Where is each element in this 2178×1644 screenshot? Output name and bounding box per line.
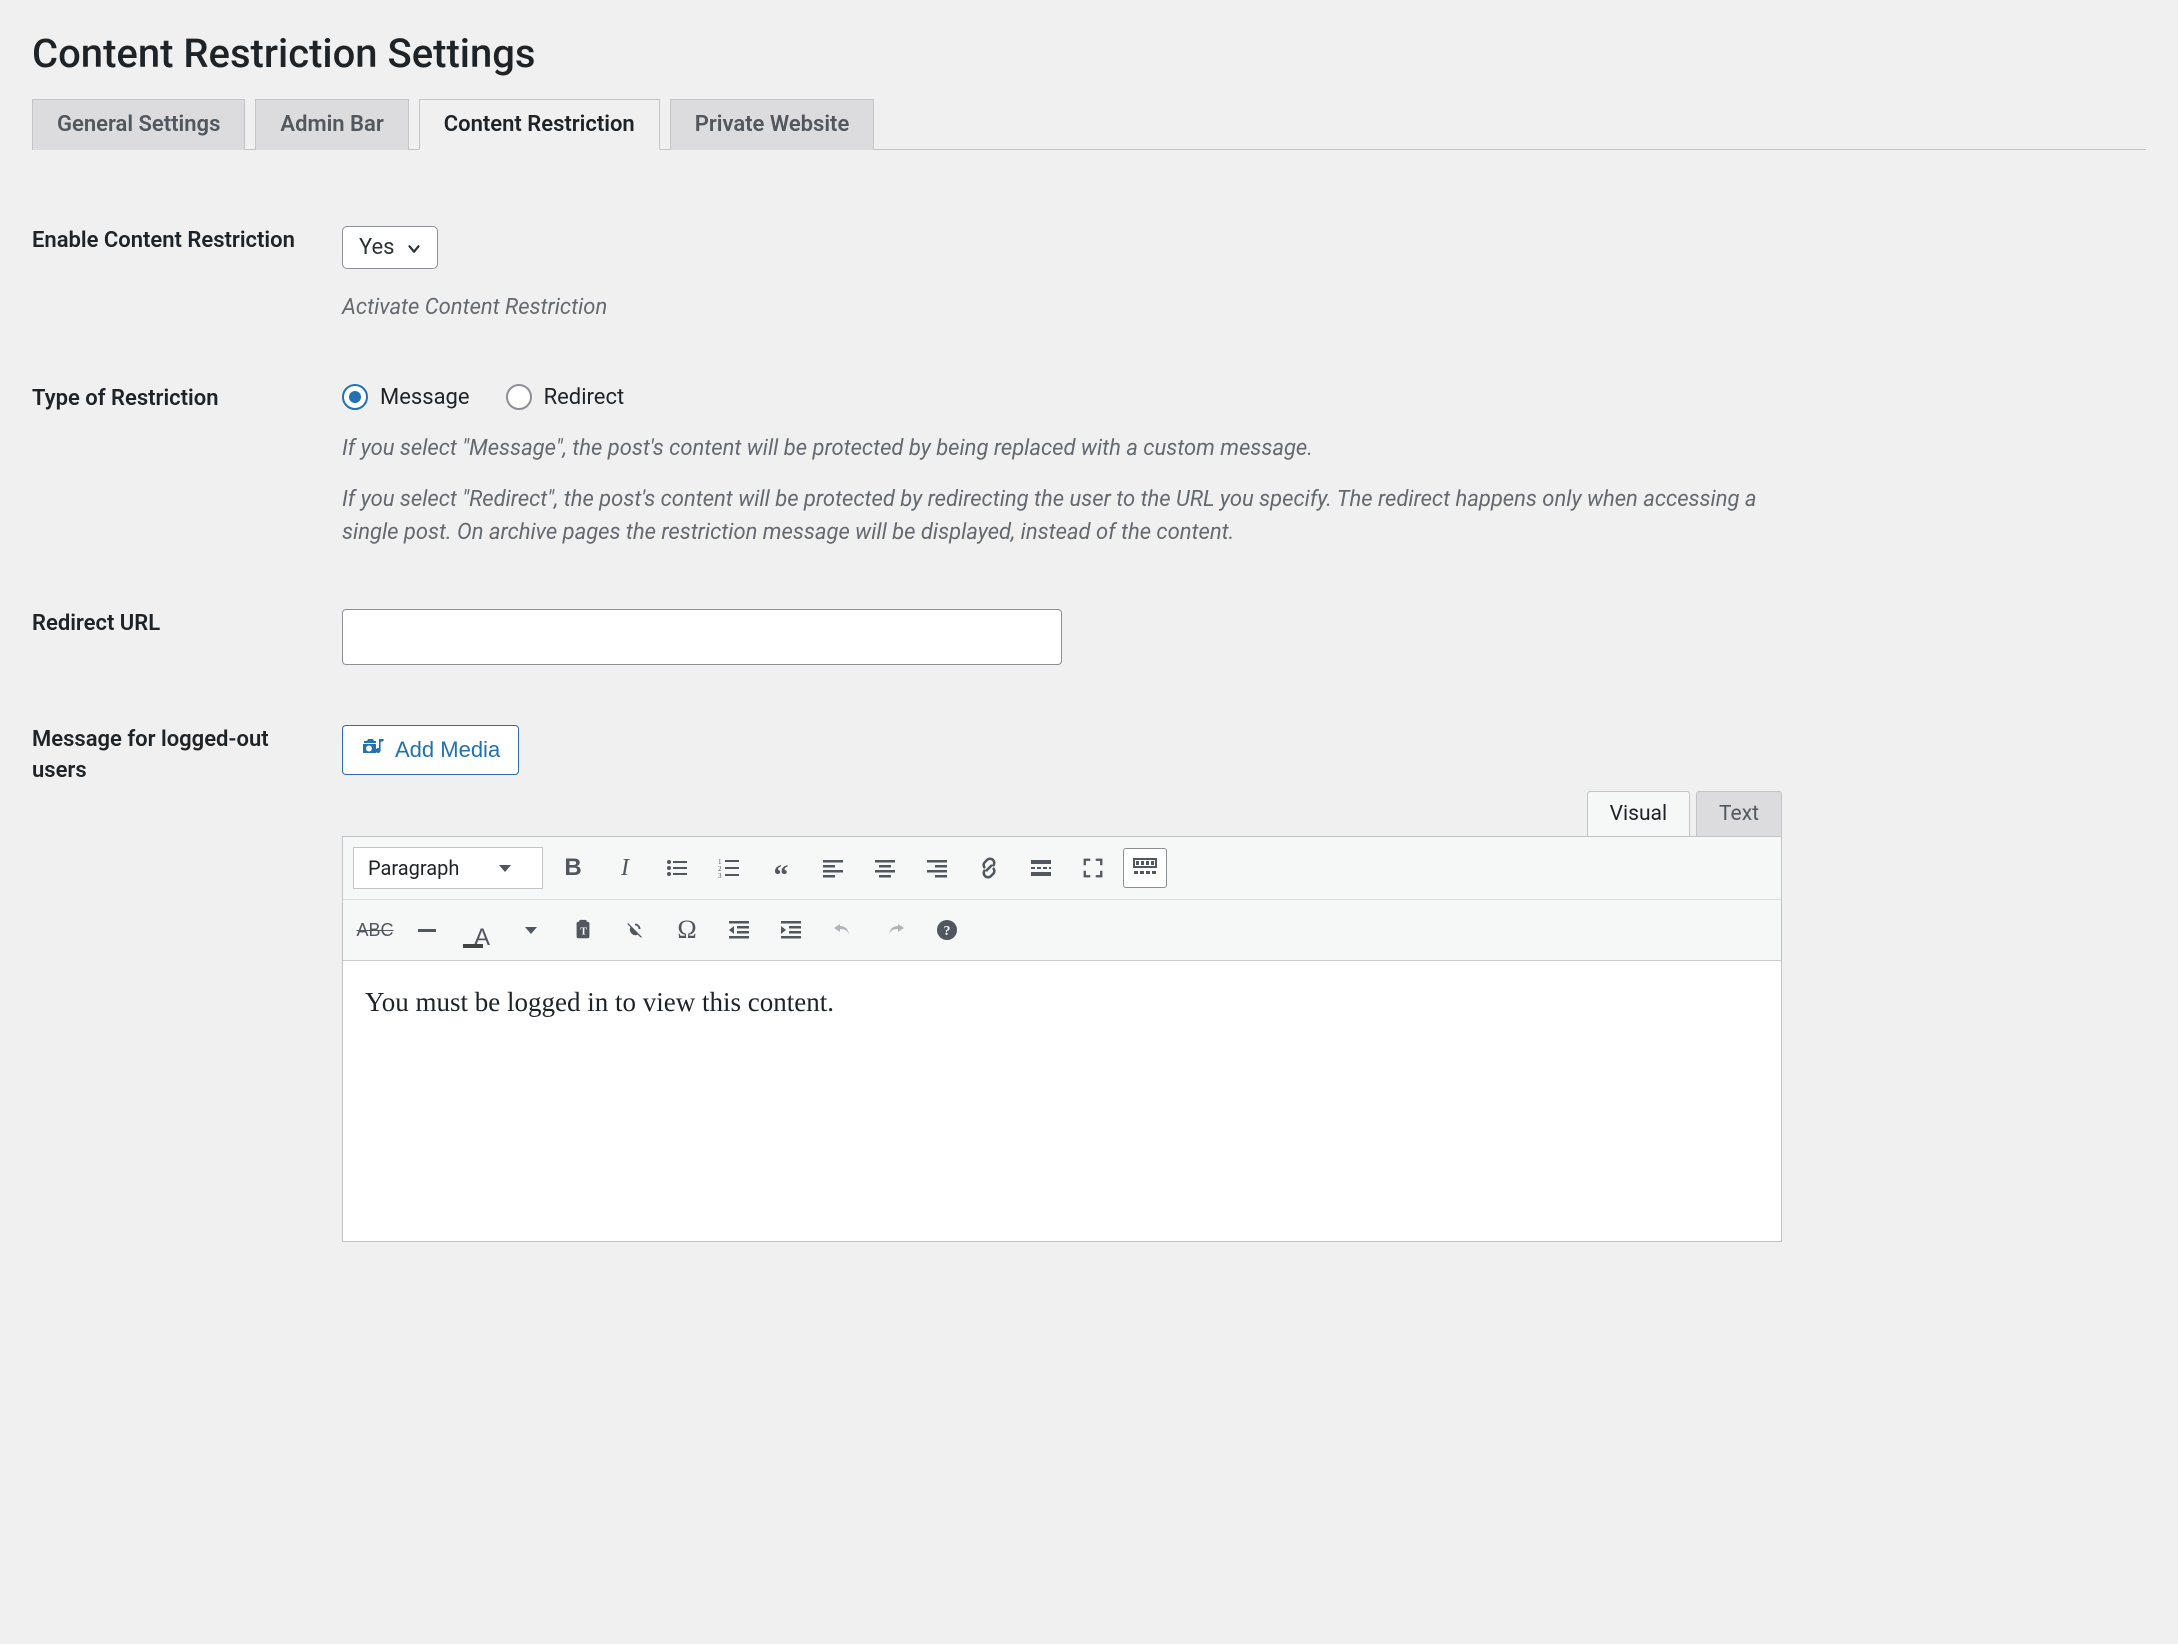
editor-tab-visual[interactable]: Visual xyxy=(1587,791,1690,836)
format-select[interactable]: Paragraph xyxy=(353,847,543,889)
text-color-dropdown[interactable] xyxy=(509,910,553,950)
horizontal-rule-button[interactable] xyxy=(405,910,449,950)
radio-redirect[interactable]: Redirect xyxy=(506,384,625,410)
bullet-list-button[interactable] xyxy=(655,848,699,888)
bold-button[interactable]: B xyxy=(551,848,595,888)
editor-container: Visual Text Paragraph B I 123 xyxy=(342,791,1782,1242)
text-color-button[interactable]: A xyxy=(457,910,501,950)
strikethrough-button[interactable]: ABC xyxy=(353,910,397,950)
read-more-button[interactable] xyxy=(1019,848,1063,888)
tabs-container: General Settings Admin Bar Content Restr… xyxy=(32,99,2146,150)
help-button[interactable]: ? xyxy=(925,910,969,950)
svg-text:T: T xyxy=(580,927,587,938)
radio-message-label: Message xyxy=(380,385,470,410)
enable-content-helper: Activate Content Restriction xyxy=(342,291,1772,324)
tab-content-restriction[interactable]: Content Restriction xyxy=(419,99,660,150)
add-media-label: Add Media xyxy=(395,737,500,763)
radio-message[interactable]: Message xyxy=(342,384,470,410)
enable-content-select[interactable]: Yes xyxy=(342,226,438,269)
type-helper-redirect: If you select "Redirect", the post's con… xyxy=(342,483,1772,549)
enable-content-label: Enable Content Restriction xyxy=(32,206,342,364)
redo-button[interactable] xyxy=(873,910,917,950)
camera-music-icon xyxy=(361,736,385,764)
link-button[interactable] xyxy=(967,848,1011,888)
undo-button[interactable] xyxy=(821,910,865,950)
clear-formatting-button[interactable] xyxy=(613,910,657,950)
tab-private-website[interactable]: Private Website xyxy=(670,99,875,150)
chevron-down-icon xyxy=(405,239,423,257)
indent-button[interactable] xyxy=(769,910,813,950)
radio-redirect-label: Redirect xyxy=(544,385,625,410)
svg-text:3: 3 xyxy=(718,872,722,880)
svg-text:?: ? xyxy=(944,924,951,939)
tab-general-settings[interactable]: General Settings xyxy=(32,99,245,150)
tab-admin-bar[interactable]: Admin Bar xyxy=(255,99,408,150)
special-character-button[interactable]: Ω xyxy=(665,910,709,950)
align-left-button[interactable] xyxy=(811,848,855,888)
outdent-button[interactable] xyxy=(717,910,761,950)
editor-toolbar-row1: Paragraph B I 123 “ xyxy=(343,837,1781,900)
redirect-url-label: Redirect URL xyxy=(32,589,342,705)
redirect-url-input[interactable] xyxy=(342,609,1062,665)
enable-content-value: Yes xyxy=(359,235,395,260)
align-right-button[interactable] xyxy=(915,848,959,888)
blockquote-button[interactable]: “ xyxy=(759,848,803,888)
editor-toolbar-row2: ABC A T Ω xyxy=(343,900,1781,961)
page-title: Content Restriction Settings xyxy=(32,30,2146,77)
add-media-button[interactable]: Add Media xyxy=(342,725,519,775)
toolbar-toggle-button[interactable] xyxy=(1123,848,1167,888)
paste-as-text-button[interactable]: T xyxy=(561,910,605,950)
radio-circle-icon xyxy=(342,384,368,410)
fullscreen-button[interactable] xyxy=(1071,848,1115,888)
format-select-value: Paragraph xyxy=(368,856,459,880)
italic-button[interactable]: I xyxy=(603,848,647,888)
type-helper-message: If you select "Message", the post's cont… xyxy=(342,432,1772,465)
radio-circle-icon xyxy=(506,384,532,410)
align-center-button[interactable] xyxy=(863,848,907,888)
editor-content[interactable]: You must be logged in to view this conte… xyxy=(343,961,1781,1241)
type-of-restriction-label: Type of Restriction xyxy=(32,364,342,589)
chevron-down-icon xyxy=(499,865,511,872)
editor-tab-text[interactable]: Text xyxy=(1696,791,1782,836)
numbered-list-button[interactable]: 123 xyxy=(707,848,751,888)
message-label: Message for logged-out users xyxy=(32,705,342,1282)
